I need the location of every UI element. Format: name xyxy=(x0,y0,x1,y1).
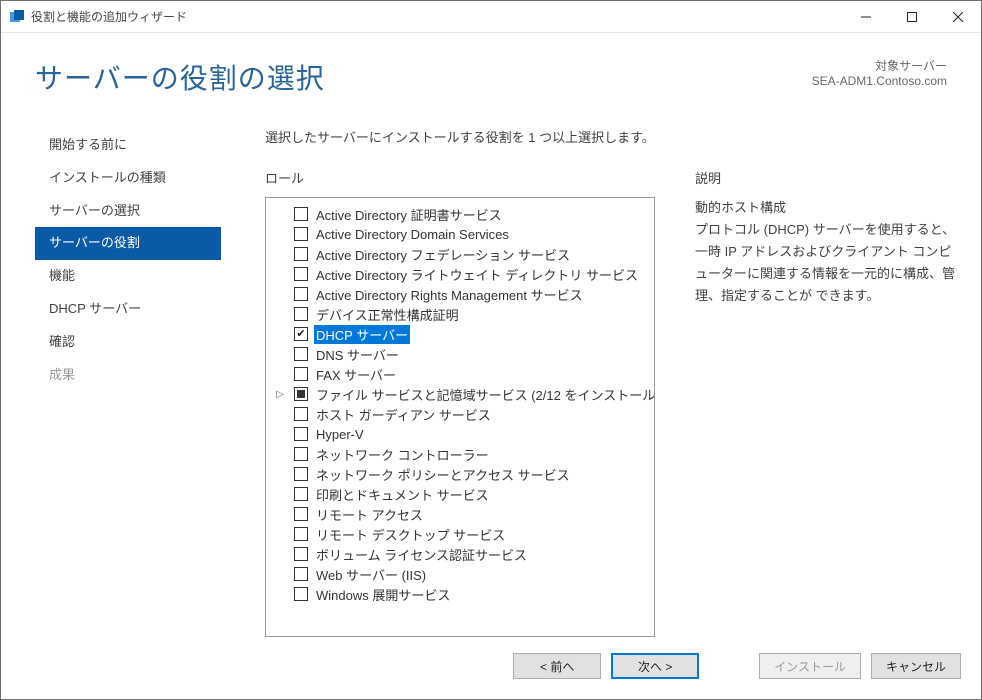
role-label: FAX サーバー xyxy=(314,365,398,384)
role-label: デバイス正常性構成証明 xyxy=(314,305,461,324)
roles-listbox[interactable]: Active Directory 証明書サービス Active Directory… xyxy=(265,197,655,637)
role-label: Active Directory フェデレーション サービス xyxy=(314,245,572,264)
header: サーバーの役割の選択 対象サーバー SEA-ADM1.Contoso.com xyxy=(1,33,981,105)
role-row[interactable]: ネットワーク コントローラー xyxy=(266,444,654,464)
role-row[interactable]: DNS サーバー xyxy=(266,344,654,364)
role-row[interactable]: ▷ ファイル サービスと記憶域サービス (2/12 をインストール済み) xyxy=(266,384,654,404)
role-checkbox[interactable] xyxy=(294,207,308,221)
role-row[interactable]: リモート デスクトップ サービス xyxy=(266,524,654,544)
role-row[interactable]: DHCP サーバー xyxy=(266,324,654,344)
sidebar-item[interactable]: 機能 xyxy=(35,260,221,293)
button-spacer xyxy=(709,653,749,679)
role-label: リモート アクセス xyxy=(314,505,425,524)
role-checkbox[interactable] xyxy=(294,527,308,541)
role-checkbox[interactable] xyxy=(294,307,308,321)
role-label: Active Directory ライトウェイト ディレクトリ サービス xyxy=(314,265,640,284)
role-checkbox[interactable] xyxy=(294,347,308,361)
role-row[interactable]: Active Directory Domain Services xyxy=(266,224,654,244)
role-checkbox[interactable] xyxy=(294,507,308,521)
description-column: 説明 動的ホスト構成プロトコル (DHCP) サーバーを使用すると、一時 IP … xyxy=(695,168,961,637)
role-label: ボリューム ライセンス認証サービス xyxy=(314,545,529,564)
sidebar-item[interactable]: サーバーの選択 xyxy=(35,195,221,228)
role-row[interactable]: Windows 展開サービス xyxy=(266,584,654,604)
role-label: ネットワーク コントローラー xyxy=(314,445,491,464)
role-label: DNS サーバー xyxy=(314,345,401,364)
sidebar-item[interactable]: 開始する前に xyxy=(35,129,221,162)
role-row[interactable]: Active Directory ライトウェイト ディレクトリ サービス xyxy=(266,264,654,284)
description-text: 動的ホスト構成プロトコル (DHCP) サーバーを使用すると、一時 IP アドレ… xyxy=(695,197,961,307)
role-checkbox[interactable] xyxy=(294,567,308,581)
titlebar: 役割と機能の追加ウィザード xyxy=(1,1,981,33)
role-checkbox[interactable] xyxy=(294,327,308,341)
role-row[interactable]: デバイス正常性構成証明 xyxy=(266,304,654,324)
sidebar-item[interactable]: DHCP サーバー xyxy=(35,293,221,326)
close-button[interactable] xyxy=(935,1,981,33)
sidebar-item[interactable]: サーバーの役割 xyxy=(35,227,221,260)
role-label: Web サーバー (IIS) xyxy=(314,565,428,584)
role-label: ファイル サービスと記憶域サービス (2/12 をインストール済み) xyxy=(314,385,654,404)
role-checkbox[interactable] xyxy=(294,467,308,481)
description-heading: 説明 xyxy=(695,168,961,187)
role-label: Active Directory Domain Services xyxy=(314,227,511,242)
roles-scroll[interactable]: Active Directory 証明書サービス Active Directory… xyxy=(266,198,654,636)
target-label: 対象サーバー xyxy=(812,57,947,74)
role-label: ホスト ガーディアン サービス xyxy=(314,405,493,424)
sidebar-item[interactable]: 確認 xyxy=(35,326,221,359)
role-checkbox[interactable] xyxy=(294,247,308,261)
role-row[interactable]: ネットワーク ポリシーとアクセス サービス xyxy=(266,464,654,484)
main-panel: 選択したサーバーにインストールする役割を 1 つ以上選択します。 ロール Act… xyxy=(221,121,961,637)
minimize-button[interactable] xyxy=(843,1,889,33)
role-row[interactable]: Web サーバー (IIS) xyxy=(266,564,654,584)
sidebar-item[interactable]: インストールの種類 xyxy=(35,162,221,195)
role-checkbox[interactable] xyxy=(294,227,308,241)
role-checkbox[interactable] xyxy=(294,267,308,281)
body: 開始する前にインストールの種類サーバーの選択サーバーの役割機能DHCP サーバー… xyxy=(1,105,981,637)
role-checkbox[interactable] xyxy=(294,367,308,381)
role-label: Active Directory 証明書サービス xyxy=(314,205,504,224)
wizard-window: 役割と機能の追加ウィザード サーバーの役割の選択 対象サーバー SEA-ADM1… xyxy=(0,0,982,700)
prev-button[interactable]: < 前へ xyxy=(513,653,601,679)
role-label: Windows 展開サービス xyxy=(314,585,452,604)
expand-icon[interactable]: ▷ xyxy=(274,389,286,400)
role-row[interactable]: FAX サーバー xyxy=(266,364,654,384)
role-row[interactable]: Active Directory Rights Management サービス xyxy=(266,284,654,304)
window-title: 役割と機能の追加ウィザード xyxy=(31,8,843,25)
page-title: サーバーの役割の選択 xyxy=(35,57,325,97)
role-row[interactable]: ホスト ガーディアン サービス xyxy=(266,404,654,424)
footer: < 前へ 次へ > インストール キャンセル xyxy=(1,637,981,699)
cancel-button[interactable]: キャンセル xyxy=(871,653,961,679)
app-icon xyxy=(9,9,25,25)
role-checkbox[interactable] xyxy=(294,487,308,501)
role-label: ネットワーク ポリシーとアクセス サービス xyxy=(314,465,572,484)
role-row[interactable]: Active Directory フェデレーション サービス xyxy=(266,244,654,264)
role-row[interactable]: ボリューム ライセンス認証サービス xyxy=(266,544,654,564)
role-label: 印刷とドキュメント サービス xyxy=(314,485,491,504)
role-row[interactable]: Active Directory 証明書サービス xyxy=(266,204,654,224)
role-label: リモート デスクトップ サービス xyxy=(314,525,507,544)
sidebar: 開始する前にインストールの種類サーバーの選択サーバーの役割機能DHCP サーバー… xyxy=(1,121,221,637)
role-checkbox[interactable] xyxy=(294,447,308,461)
install-button[interactable]: インストール xyxy=(759,653,861,679)
role-row[interactable]: 印刷とドキュメント サービス xyxy=(266,484,654,504)
role-checkbox[interactable] xyxy=(294,287,308,301)
target-server-block: 対象サーバー SEA-ADM1.Contoso.com xyxy=(812,57,947,88)
next-button[interactable]: 次へ > xyxy=(611,653,699,679)
role-checkbox[interactable] xyxy=(294,587,308,601)
role-checkbox[interactable] xyxy=(294,547,308,561)
role-label: Active Directory Rights Management サービス xyxy=(314,285,585,304)
roles-column: ロール Active Directory 証明書サービスActive Direc… xyxy=(265,168,655,637)
role-checkbox[interactable] xyxy=(294,427,308,441)
columns: ロール Active Directory 証明書サービスActive Direc… xyxy=(265,168,961,637)
sidebar-item: 成果 xyxy=(35,359,221,392)
role-row[interactable]: Hyper-V xyxy=(266,424,654,444)
target-server-name: SEA-ADM1.Contoso.com xyxy=(812,74,947,88)
role-label: DHCP サーバー xyxy=(314,325,410,344)
role-row[interactable]: リモート アクセス xyxy=(266,504,654,524)
maximize-button[interactable] xyxy=(889,1,935,33)
instruction-text: 選択したサーバーにインストールする役割を 1 つ以上選択します。 xyxy=(265,127,961,146)
roles-heading: ロール xyxy=(265,168,655,187)
role-checkbox[interactable] xyxy=(294,387,308,401)
role-label: Hyper-V xyxy=(314,427,366,442)
role-checkbox[interactable] xyxy=(294,407,308,421)
